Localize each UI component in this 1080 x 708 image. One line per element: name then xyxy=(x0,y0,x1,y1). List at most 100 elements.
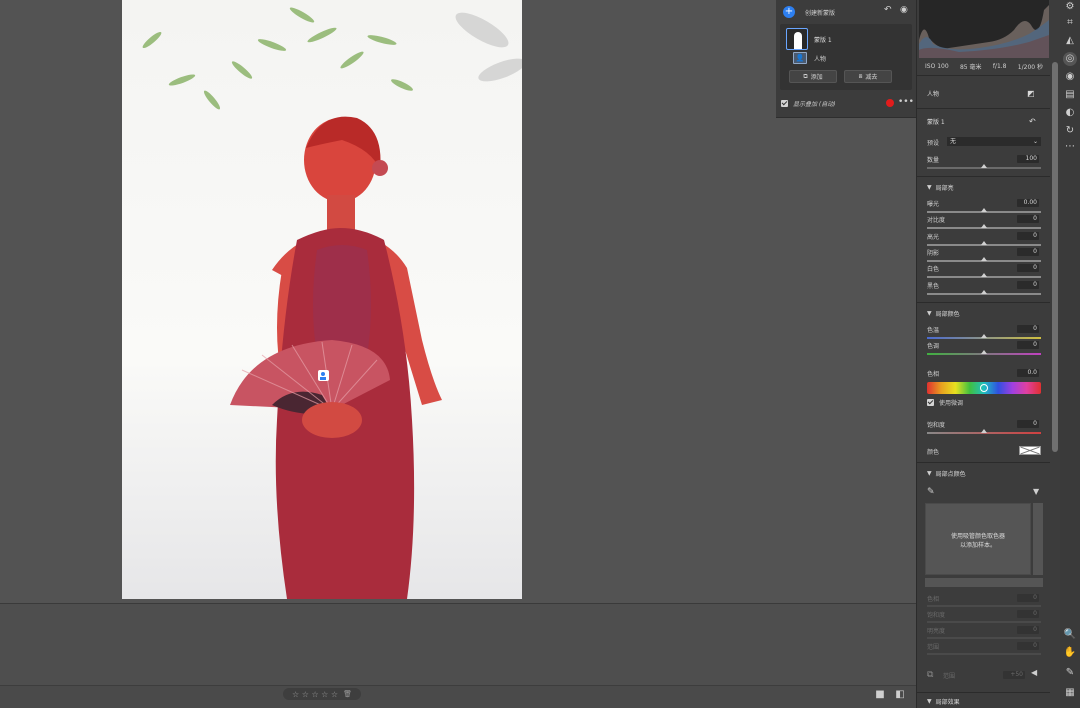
mask-pin-icon[interactable] xyxy=(318,370,329,381)
point-slider-track xyxy=(927,653,1041,655)
snapshots-icon[interactable]: ◐ xyxy=(1063,106,1077,120)
edit-icon[interactable]: ⚙ xyxy=(1063,0,1077,14)
person-component-icon[interactable]: 👤 xyxy=(793,52,807,64)
person-section-header[interactable]: 人物 ◩ xyxy=(917,86,1050,100)
mask-name[interactable]: 蒙版 1 xyxy=(814,35,832,44)
hue-value[interactable]: 0.0 xyxy=(1017,369,1039,377)
eyedropper-tool-icon[interactable]: ✎ xyxy=(1063,666,1077,680)
eyedropper-icon[interactable]: ✎ xyxy=(927,487,935,497)
fine-adjust-row[interactable]: 使用微调 xyxy=(927,398,963,407)
zoom-icon[interactable]: 🔍 xyxy=(1063,628,1077,642)
hue-picker-knob[interactable] xyxy=(980,384,988,392)
amount-slider-thumb[interactable] xyxy=(981,164,987,168)
light-slider-thumb[interactable] xyxy=(981,273,987,277)
color-label: 颜色 xyxy=(927,449,940,456)
fine-adjust-label: 使用微调 xyxy=(939,400,964,407)
sync-icon[interactable]: ↻ xyxy=(1063,124,1077,138)
hue-label: 色相 xyxy=(927,371,940,378)
show-overlay-checkbox[interactable] xyxy=(781,99,788,107)
panel-scrollbar[interactable] xyxy=(1050,0,1060,708)
mask-thumbnail[interactable] xyxy=(786,28,808,50)
person-section-title: 人物 xyxy=(927,90,940,98)
bamboo-leaves xyxy=(142,7,413,110)
mask-card[interactable]: 蒙版 1 👤 人物 ⧉ 添加 ⧈ 减去 xyxy=(780,24,912,90)
show-overlay-row[interactable]: 显示叠加 (自动) ••• xyxy=(780,96,914,110)
mask-section-title: 蒙版 1 xyxy=(927,118,945,126)
subtract-button[interactable]: ⧈ 减去 xyxy=(844,70,892,83)
temp-value[interactable]: 0 xyxy=(1017,325,1039,333)
sample-placeholder: 使用吸管颜色取色器 以添加样本。 xyxy=(925,503,1031,575)
component-name[interactable]: 人物 xyxy=(814,54,826,63)
photo-preview[interactable] xyxy=(122,0,522,599)
fine-adjust-checkbox[interactable] xyxy=(927,399,934,406)
portrait-image xyxy=(142,7,522,599)
range-icon: ⧉ xyxy=(927,670,934,680)
iso-value: ISO 100 xyxy=(925,62,949,70)
eye-icon[interactable]: ◉ xyxy=(900,5,908,15)
point-color-section-title: 局部点颜色 xyxy=(935,470,966,478)
light-slider-thumb[interactable] xyxy=(981,224,987,228)
create-mask-label[interactable]: 创建新蒙版 xyxy=(805,8,835,17)
overlay-color-swatch[interactable] xyxy=(886,99,894,107)
light-slider-value[interactable]: 0 xyxy=(1017,232,1039,240)
preset-value: 无 xyxy=(950,138,957,145)
undo-icon[interactable]: ↶ xyxy=(884,5,892,15)
chevron-down-icon: ⌄ xyxy=(1032,138,1038,145)
point-slider-track xyxy=(927,621,1041,623)
point-slider-label: 色相 xyxy=(927,596,940,603)
crop-icon[interactable]: ⌗ xyxy=(1063,16,1077,30)
light-slider-value[interactable]: 0 xyxy=(1017,248,1039,256)
trash-icon[interactable]: 🗑 xyxy=(343,690,352,698)
color-swatch[interactable] xyxy=(1019,446,1041,455)
picker-hint-1: 使用吸管颜色取色器 xyxy=(950,533,1005,540)
light-slider-value[interactable]: 0 xyxy=(1017,215,1039,223)
dropdown-triangle-icon[interactable]: ▼ xyxy=(1033,487,1039,496)
image-canvas[interactable] xyxy=(0,0,776,603)
more-options-icon[interactable]: ••• xyxy=(898,97,914,107)
masks-panel: + 创建新蒙版 ↶ ◉ 蒙版 1 👤 人物 ⧉ 添加 ⧈ 减去 显示叠加 (自动… xyxy=(776,0,916,118)
mask-section-header: 蒙版 1 ↶ xyxy=(917,114,1050,128)
point-color-section-header[interactable]: ▼ 局部点颜色 xyxy=(917,466,1050,480)
light-slider-label: 高光 xyxy=(927,234,940,241)
light-slider-value[interactable]: 0.00 xyxy=(1017,199,1039,207)
temp-slider-thumb[interactable] xyxy=(981,334,987,338)
presets-icon[interactable]: ▤ xyxy=(1063,88,1077,102)
redeye-icon[interactable]: ◉ xyxy=(1063,70,1077,84)
light-slider-thumb[interactable] xyxy=(981,241,987,245)
light-slider-value[interactable]: 0 xyxy=(1017,281,1039,289)
create-mask-button[interactable]: + xyxy=(783,6,795,18)
saturation-slider-thumb[interactable] xyxy=(981,429,987,433)
light-slider-thumb[interactable] xyxy=(981,290,987,294)
point-slider-value: 0 xyxy=(1017,626,1039,634)
star-rating[interactable]: ☆ ☆ ☆ ☆ ☆ 🗑 xyxy=(283,688,361,700)
tint-slider-thumb[interactable] xyxy=(981,350,987,354)
amount-value[interactable]: 100 xyxy=(1017,155,1039,163)
masking-icon[interactable]: ◎ xyxy=(1063,52,1077,66)
tool-strip: ⚙ ⌗ ◭ ◎ ◉ ▤ ◐ ↻ ⋯ 🔍 ✋ ✎ ▦ xyxy=(1060,0,1080,708)
point-slider-track xyxy=(927,637,1041,639)
light-slider-thumb[interactable] xyxy=(981,208,987,212)
invert-icon[interactable]: ◩ xyxy=(1027,89,1035,98)
tint-value[interactable]: 0 xyxy=(1017,341,1039,349)
effects-section-header[interactable]: ▼ 局部效果 xyxy=(917,694,1050,708)
eraser-icon[interactable]: ◭ xyxy=(1063,34,1077,48)
single-view-icon[interactable]: ■ xyxy=(874,689,886,701)
subtract-icon: ⧈ xyxy=(858,72,863,80)
more-tools-icon[interactable]: ⋯ xyxy=(1063,140,1077,154)
scrollbar-thumb[interactable] xyxy=(1052,62,1058,452)
saturation-value[interactable]: 0 xyxy=(1017,420,1039,428)
grid-icon[interactable]: ▦ xyxy=(1063,686,1077,700)
add-icon: ⧉ xyxy=(803,72,808,80)
color-section-header[interactable]: ▼ 局部颜色 xyxy=(917,306,1050,320)
preset-select[interactable]: 无 ⌄ xyxy=(947,137,1041,146)
rating-stars[interactable]: ☆ ☆ ☆ ☆ ☆ xyxy=(292,690,338,699)
light-slider-thumb[interactable] xyxy=(981,257,987,261)
range-arrow-icon[interactable]: ◀ xyxy=(1031,668,1037,677)
chevron-down-icon: ▼ xyxy=(927,309,932,317)
reset-icon[interactable]: ↶ xyxy=(1029,117,1036,126)
light-slider-value[interactable]: 0 xyxy=(1017,264,1039,272)
add-button[interactable]: ⧉ 添加 xyxy=(789,70,837,83)
light-section-header[interactable]: ▼ 局部亮 xyxy=(917,180,1050,194)
compare-view-icon[interactable]: ◧ xyxy=(894,689,906,701)
hand-icon[interactable]: ✋ xyxy=(1063,646,1077,660)
